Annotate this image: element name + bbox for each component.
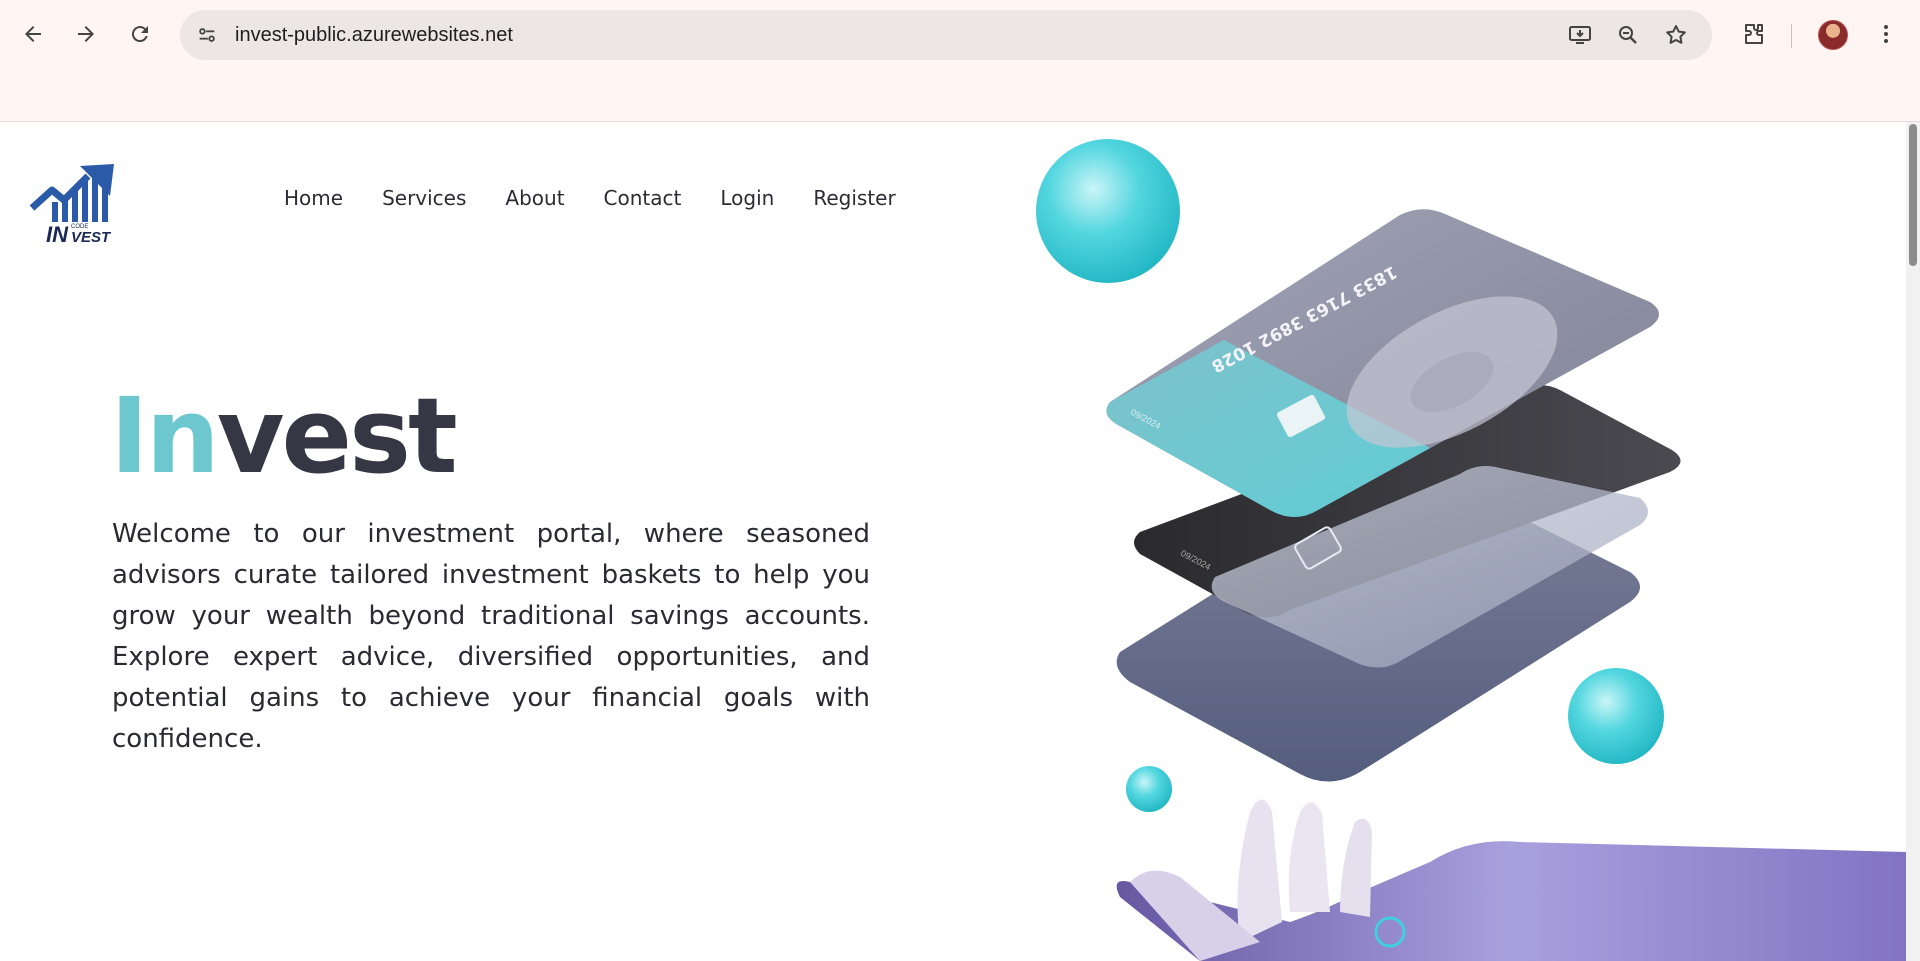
reload-icon: [131, 26, 148, 43]
profile-avatar[interactable]: [1818, 20, 1848, 50]
orb-medium: [1568, 668, 1664, 764]
url-text[interactable]: invest-public.azurewebsites.net: [235, 24, 513, 47]
nav-register[interactable]: Register: [813, 186, 895, 210]
scrollbar-thumb[interactable]: [1909, 124, 1917, 266]
nav-login[interactable]: Login: [720, 186, 774, 210]
nav-services[interactable]: Services: [382, 186, 466, 210]
address-bar[interactable]: invest-public.azurewebsites.net: [180, 10, 1712, 60]
site-info-icon[interactable]: [192, 20, 222, 50]
hero-illustration: 09/2024 1833 7163 3892 1028 09/2024: [1036, 139, 1906, 961]
robot-finger-2: [1288, 802, 1330, 912]
back-icon: [25, 26, 41, 42]
menu-button[interactable]: [1866, 14, 1906, 54]
hero-description: Welcome to our investment portal, where …: [112, 519, 870, 754]
nav-about[interactable]: About: [505, 186, 564, 210]
orb-small: [1126, 766, 1172, 812]
install-icon[interactable]: [1566, 21, 1594, 49]
forward-button[interactable]: [66, 14, 106, 54]
browser-toolbar: invest-public.azurewebsites.net: [0, 0, 1920, 122]
page-scrollbar[interactable]: [1906, 122, 1920, 961]
hero-title-rest: vest: [216, 375, 458, 497]
web-page: IN CODE VEST Home Services About Contact…: [0, 122, 1920, 961]
nav-contact[interactable]: Contact: [604, 186, 682, 210]
robot-finger-1: [1237, 799, 1282, 942]
main-nav: Home Services About Contact Login Regist…: [284, 186, 935, 210]
extensions-button[interactable]: [1734, 14, 1774, 54]
back-button[interactable]: [13, 14, 53, 54]
orb-large: [1036, 139, 1180, 283]
robot-finger-3: [1340, 818, 1372, 917]
reload-button[interactable]: [120, 14, 160, 54]
hero-title-accent: In: [110, 375, 220, 497]
toolbar-divider: [1791, 24, 1792, 48]
bookmark-star-icon[interactable]: [1662, 21, 1690, 49]
site-logo[interactable]: IN CODE VEST: [29, 158, 120, 248]
forward-icon: [78, 26, 94, 42]
extensions-icon: [1745, 24, 1763, 44]
logo-text-main: IN: [46, 222, 69, 247]
nav-home[interactable]: Home: [284, 186, 343, 210]
logo-text-tail: VEST: [71, 229, 112, 246]
zoom-icon[interactable]: [1614, 21, 1642, 49]
hero-title: Invest: [110, 384, 458, 488]
menu-icon: [1884, 25, 1888, 43]
